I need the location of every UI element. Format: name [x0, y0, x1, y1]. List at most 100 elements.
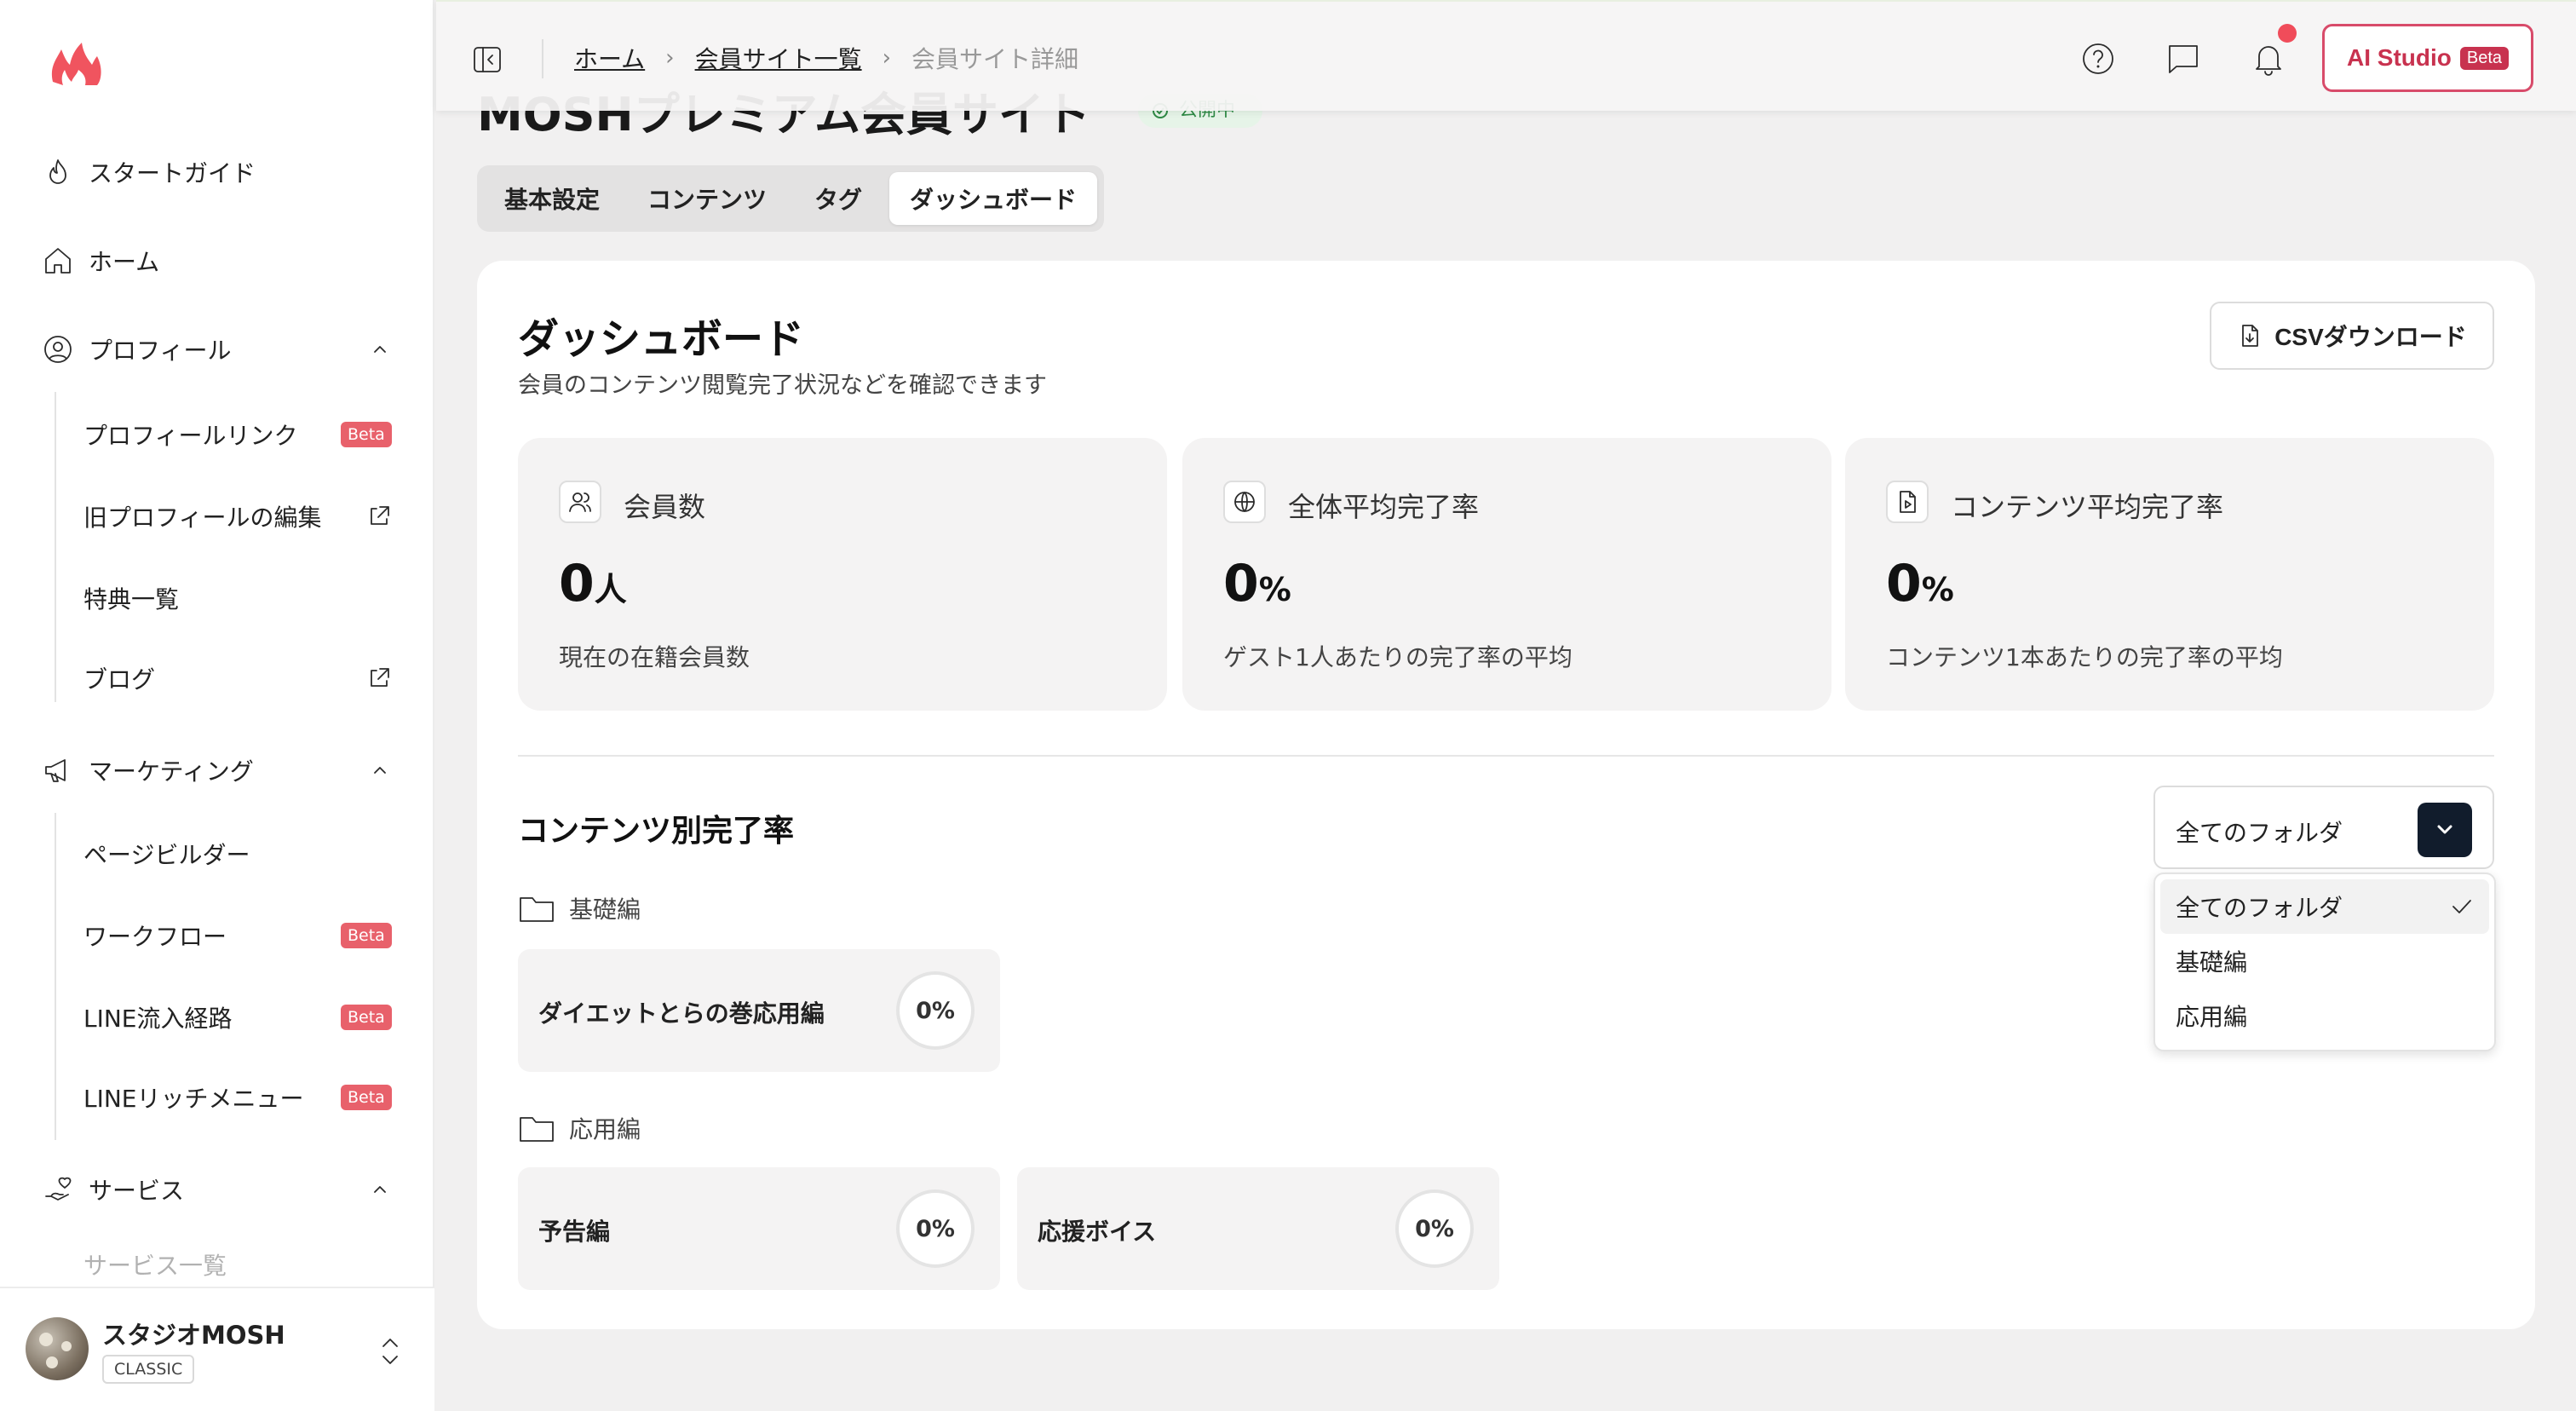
content-title: 予告編 [538, 1218, 611, 1246]
avatar [26, 1317, 89, 1380]
tab-contents[interactable]: コンテンツ [627, 172, 787, 225]
tab-basic-settings[interactable]: 基本設定 [484, 172, 620, 225]
stat-label: コンテンツ平均完了率 [1951, 491, 2224, 523]
sidebar-item-profile-link[interactable]: プロフィールリンク Beta [0, 402, 434, 467]
chevron-down-icon[interactable] [2418, 803, 2472, 857]
sidebar-item-old-profile-edit[interactable]: 旧プロフィールの編集 [0, 484, 434, 549]
sidebar-item-services[interactable]: サービス [0, 1157, 434, 1222]
help-icon[interactable] [2079, 39, 2118, 78]
folder-name: 基礎編 [569, 896, 641, 924]
globe-icon [1223, 481, 1266, 523]
sidebar-item-label: ブログ [83, 665, 156, 694]
sidebar-item-home[interactable]: ホーム [0, 228, 434, 293]
sidebar-item-label: プロフィール [89, 337, 232, 365]
notification-dot [2278, 24, 2297, 43]
stat-description: コンテンツ1本あたりの完了率の平均 [1886, 643, 2283, 671]
stat-description: ゲスト1人あたりの完了率の平均 [1223, 643, 1573, 671]
top-header: ホーム › 会員サイト一覧 › 会員サイト詳細 AI Studio Beta [436, 0, 2576, 111]
sidebar-item-label: 旧プロフィールの編集 [83, 504, 322, 532]
dashboard-card: ダッシュボード 会員のコンテンツ閲覧完了状況などを確認できます CSVダウンロー… [477, 261, 2535, 1329]
sidebar-item-label: 特典一覧 [83, 585, 180, 613]
sidebar-item-label: サービス一覧 [83, 1252, 227, 1280]
sidebar-item-profile[interactable]: プロフィール [0, 317, 434, 382]
csv-download-button[interactable]: CSVダウンロード [2210, 302, 2494, 370]
breadcrumb-home[interactable]: ホーム [574, 41, 645, 75]
completion-ring: 0% [1395, 1189, 1474, 1268]
sidebar-toggle-icon[interactable] [470, 43, 504, 77]
sidebar-item-label: ワークフロー [83, 923, 227, 951]
message-icon[interactable] [2164, 39, 2203, 78]
sidebar-item-start-guide[interactable]: スタートガイド [0, 140, 434, 204]
ai-studio-label: AI Studio [2346, 44, 2452, 71]
sidebar-item-marketing[interactable]: マーケティング [0, 738, 434, 803]
content-card[interactable]: ダイエットとらの巻応用編 0% [518, 949, 1000, 1072]
beta-badge: Beta [341, 923, 392, 948]
sidebar-item-label: スタートガイド [89, 159, 256, 187]
content-card[interactable]: 予告編 0% [518, 1167, 1000, 1290]
sidebar-item-blog[interactable]: ブログ [0, 646, 434, 711]
folder-icon [520, 897, 554, 922]
chevron-right-icon: › [882, 45, 891, 71]
folder-option-basic[interactable]: 基礎編 [2160, 934, 2489, 988]
folder-option-advanced[interactable]: 応用編 [2160, 988, 2489, 1043]
folder-select-value: 全てのフォルダ [2176, 819, 2343, 847]
tab-dashboard[interactable]: ダッシュボード [889, 172, 1098, 225]
folder-select[interactable]: 全てのフォルダ [2153, 786, 2494, 869]
chevrons-up-down-icon[interactable] [375, 1333, 405, 1370]
beta-badge: Beta [2459, 46, 2510, 70]
file-download-icon [2242, 325, 2259, 347]
sidebar-item-label: マーケティング [89, 757, 254, 786]
stat-label: 全体平均完了率 [1288, 491, 1480, 523]
sidebar-item-label: LINEリッチメニュー [83, 1085, 304, 1113]
chevron-right-icon: › [665, 45, 675, 71]
completion-ring: 0% [896, 971, 975, 1050]
content-title: 応援ボイス [1038, 1218, 1157, 1246]
folder-header: 応用編 [518, 1111, 641, 1145]
folder-option-all[interactable]: 全てのフォルダ [2160, 879, 2489, 934]
stat-value: 0% [1223, 554, 1291, 613]
stat-value: 0人 [559, 554, 627, 613]
external-link-icon [371, 506, 389, 525]
ai-studio-button[interactable]: AI Studio Beta [2322, 24, 2533, 92]
sidebar-item-label: ホーム [89, 248, 160, 276]
external-link-icon [371, 668, 389, 687]
sidebar-item-benefits[interactable]: 特典一覧 [0, 566, 434, 631]
folder-icon [520, 1117, 554, 1142]
sidebar-item-label: サービス [89, 1177, 185, 1205]
stat-card-overall-rate: 全体平均完了率 0% ゲスト1人あたりの完了率の平均 [1182, 438, 1831, 711]
sidebar-item-service-list[interactable]: サービス一覧 [0, 1242, 434, 1287]
users-icon [559, 481, 601, 523]
sidebar-item-label: ページビルダー [83, 841, 250, 869]
csv-download-label: CSVダウンロード [2274, 324, 2467, 350]
beta-badge: Beta [341, 422, 392, 447]
completion-ring: 0% [896, 1189, 975, 1268]
sidebar-item-workflow[interactable]: ワークフロー Beta [0, 903, 434, 968]
bell-icon[interactable] [2249, 39, 2288, 78]
tab-tags[interactable]: タグ [794, 172, 883, 225]
account-switcher[interactable]: スタジオMOSH CLASSIC [0, 1287, 434, 1411]
sidebar: スタートガイド ホーム プロフィール プロフィールリンク Beta 旧プロフィー… [0, 0, 434, 1411]
stat-label: 会員数 [624, 491, 706, 523]
account-name: スタジオMOSH [102, 1321, 285, 1350]
plan-badge: CLASSIC [102, 1355, 195, 1384]
folder-name: 応用編 [569, 1115, 641, 1143]
chevron-up-icon[interactable] [366, 1176, 394, 1203]
folder-dropdown: 全てのフォルダ 基礎編 応用編 [2153, 873, 2496, 1051]
chevron-up-icon[interactable] [366, 757, 394, 784]
sidebar-item-label: プロフィールリンク [83, 422, 298, 450]
breadcrumb-member-sites[interactable]: 会員サイト一覧 [695, 41, 862, 75]
header-divider [542, 39, 543, 78]
section-title: コンテンツ別完了率 [518, 814, 795, 849]
sidebar-item-line-inflow[interactable]: LINE流入経路 Beta [0, 985, 434, 1050]
brand-flame-icon[interactable] [48, 41, 104, 89]
sidebar-item-page-builder[interactable]: ページビルダー [0, 821, 434, 886]
stat-card-members: 会員数 0人 現在の在籍会員数 [518, 438, 1167, 711]
chevron-up-icon[interactable] [366, 336, 394, 363]
file-video-icon [1886, 481, 1929, 523]
stat-card-content-rate: コンテンツ平均完了率 0% コンテンツ1本あたりの完了率の平均 [1845, 438, 2494, 711]
sidebar-item-line-rich-menu[interactable]: LINEリッチメニュー Beta [0, 1065, 434, 1130]
folder-header: 基礎編 [518, 891, 641, 925]
stat-value: 0% [1886, 554, 1954, 613]
divider [518, 755, 2494, 757]
content-card[interactable]: 応援ボイス 0% [1017, 1167, 1499, 1290]
